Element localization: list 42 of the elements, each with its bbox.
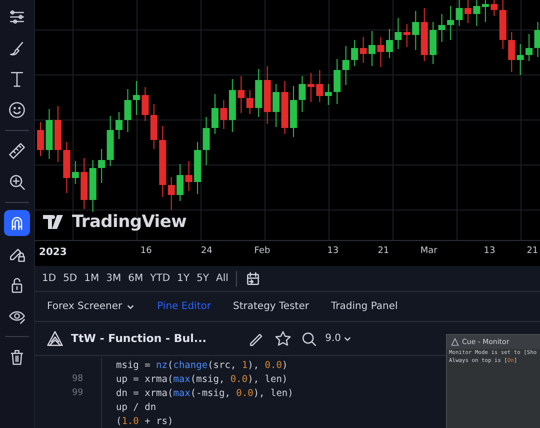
line-number: 99 — [35, 386, 102, 400]
smiley-icon — [7, 100, 27, 120]
range-button[interactable]: 6M — [125, 271, 146, 286]
date-label: 21 — [378, 246, 390, 256]
panel-tab[interactable]: Strategy Tester — [230, 297, 311, 316]
ruler-icon — [7, 141, 27, 161]
date-label: 24 — [200, 246, 212, 256]
panel-tab[interactable]: Pine Editor — [155, 297, 213, 316]
code-line: up / dn — [115, 402, 156, 412]
zoom-in-icon — [7, 172, 27, 192]
date-label: 13 — [327, 246, 339, 256]
panel-tab[interactable]: Forex Screener — [45, 297, 138, 316]
code-line: dn = xrma(max(-msig, 0.0), len) — [115, 388, 294, 398]
range-button[interactable]: YTD — [147, 271, 174, 286]
year-label: 2023 — [39, 247, 67, 258]
range-button[interactable]: 3M — [103, 271, 124, 286]
version-dropdown[interactable]: 9.0 — [325, 333, 352, 344]
date-label: Mar — [420, 246, 438, 256]
date-label: 16 — [140, 246, 152, 256]
date-label: 13 — [484, 246, 496, 256]
calendar-icon — [245, 270, 262, 287]
date-label: Feb — [254, 246, 270, 256]
range-button[interactable]: 5D — [60, 271, 80, 286]
range-button[interactable]: 1D — [39, 271, 60, 286]
range-button[interactable]: All — [213, 271, 232, 286]
range-button[interactable]: 1Y — [174, 271, 193, 286]
code-line: (1.0 + rs) — [115, 416, 174, 426]
caret-icon — [343, 334, 352, 344]
range-button[interactable]: 1M — [81, 271, 102, 286]
script-title[interactable]: TtW - Function - Bul... — [71, 332, 206, 346]
range-button[interactable]: 5Y — [194, 271, 212, 286]
candle — [290, 86, 297, 138]
panel-tab[interactable]: Trading Panel — [328, 297, 400, 316]
magnet-tool-button[interactable] — [4, 210, 30, 236]
line-number: 98 — [35, 372, 102, 386]
logo-text: TradingView — [72, 212, 186, 232]
code-line: up = xrma(max(msig, 0.0), len) — [115, 374, 288, 384]
date-label: 21 — [526, 246, 538, 256]
code-line: msig = nz(change(src, 1), 0.0) — [115, 360, 288, 370]
triangle-logo-icon — [451, 338, 459, 346]
candle — [37, 122, 44, 156]
triangle-logo-icon — [45, 328, 65, 349]
